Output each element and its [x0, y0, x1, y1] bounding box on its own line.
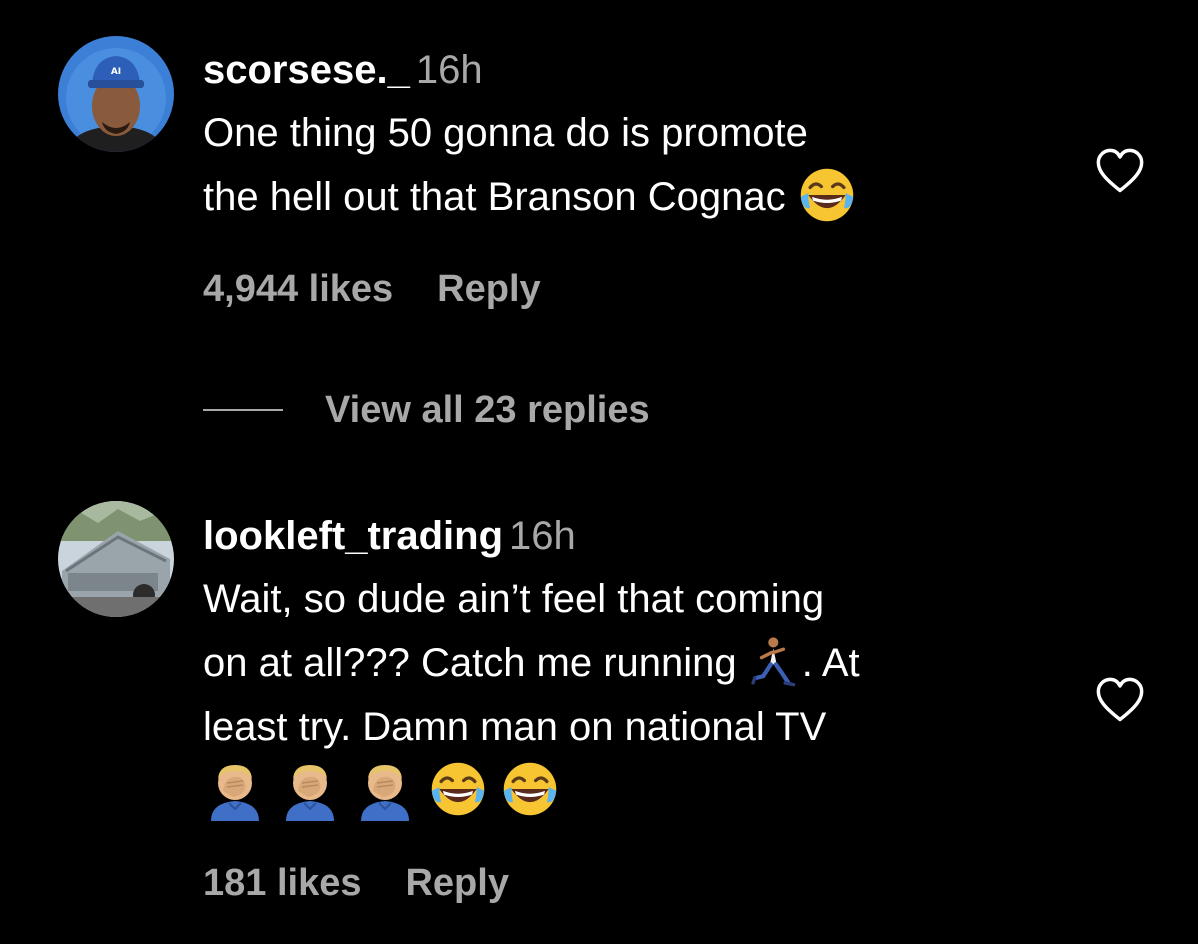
username[interactable]: lookleft_trading — [203, 514, 503, 558]
comment-body: lookleft_trading 16h Wait, so dude ain’t … — [203, 512, 860, 829]
comment-text-line: least try. Damn man on national TV — [203, 705, 827, 749]
person-facepalming-icon — [353, 757, 417, 821]
reply-button[interactable]: Reply — [405, 862, 508, 904]
comment-header: lookleft_trading 16h — [203, 512, 860, 560]
comment-emoji-line — [203, 759, 860, 829]
person-running-icon — [748, 634, 802, 688]
comment-actions: 181 likes Reply — [203, 862, 509, 905]
person-facepalming-icon — [278, 757, 342, 821]
comment-text: . At — [801, 641, 860, 685]
likes-count[interactable]: 181 likes — [203, 862, 361, 904]
comment-text-line: Wait, so dude ain’t feel that coming — [203, 577, 825, 621]
avatar[interactable] — [58, 501, 174, 617]
person-facepalming-icon — [203, 757, 267, 821]
comment-2: lookleft_trading 16h Wait, so dude ain’t … — [0, 0, 1198, 944]
comment-text: on at all??? Catch me running — [203, 641, 737, 685]
face-with-tears-of-joy-icon — [500, 759, 560, 819]
comment-text-line: on at all??? Catch me running . At — [203, 631, 860, 695]
face-with-tears-of-joy-icon — [428, 759, 488, 819]
timestamp: 16h — [509, 514, 576, 558]
heart-icon[interactable] — [1094, 674, 1146, 731]
